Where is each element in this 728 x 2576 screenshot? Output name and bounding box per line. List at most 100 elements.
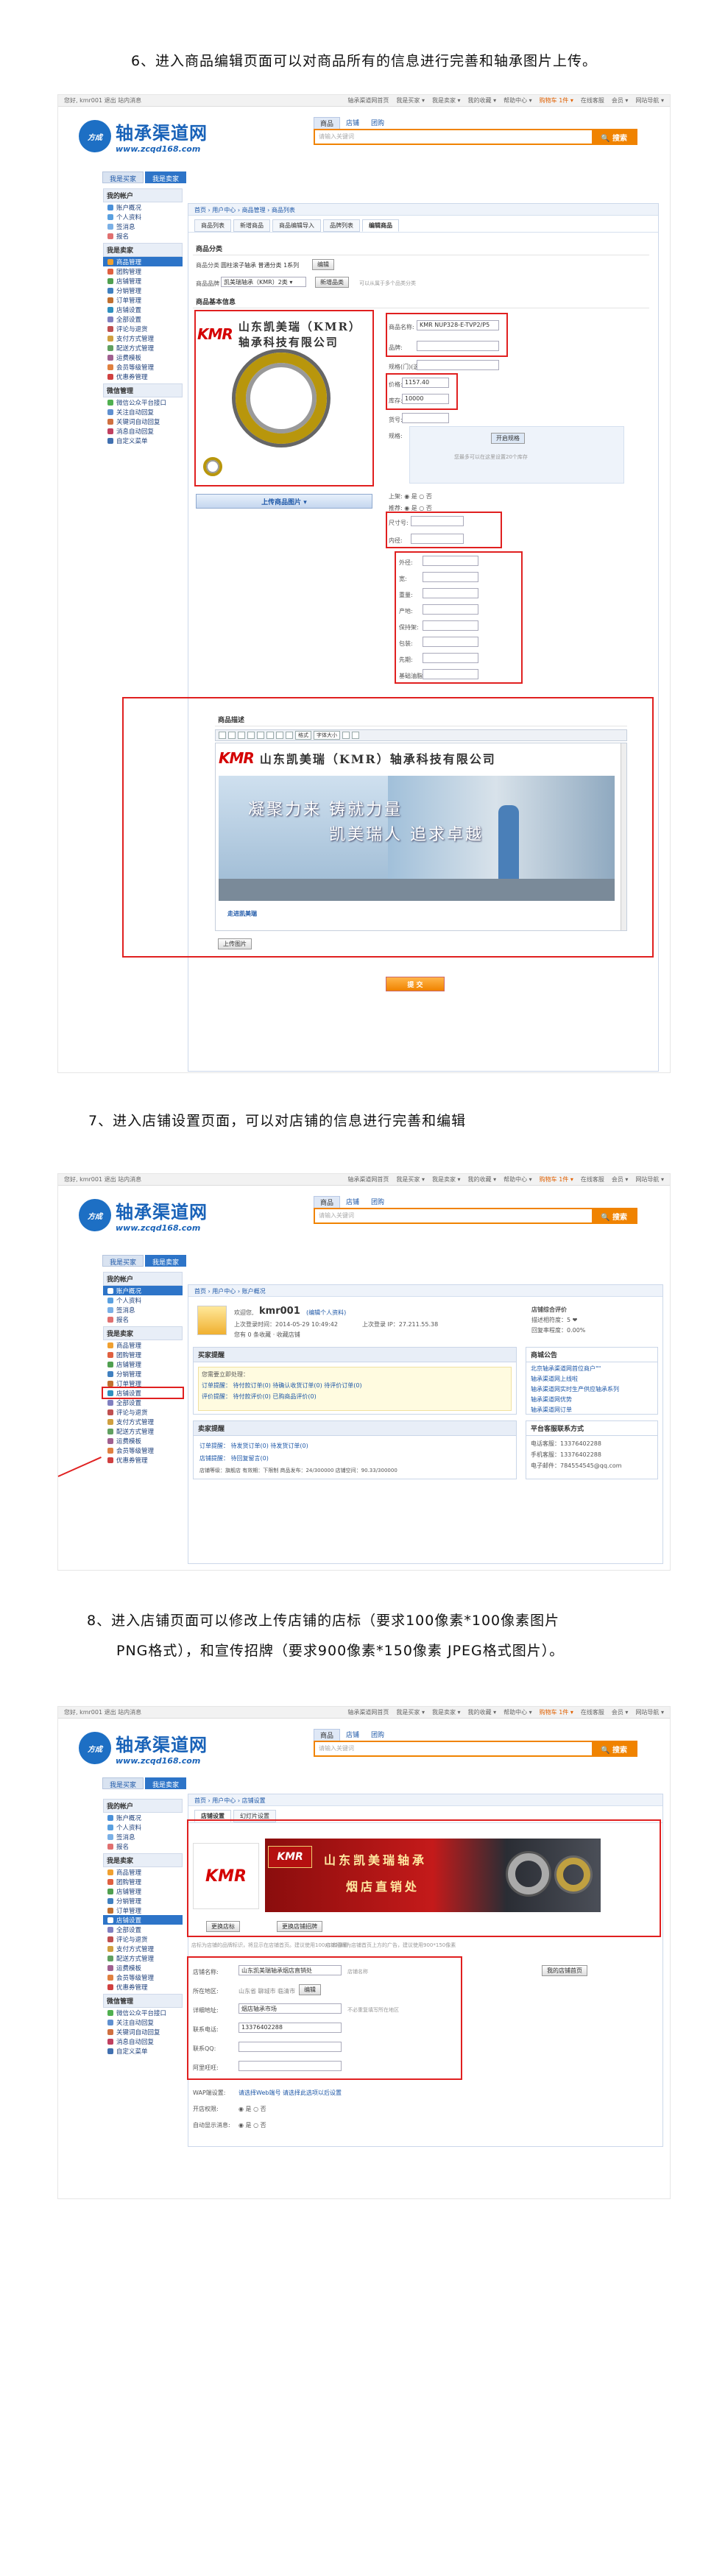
sidebar-item[interactable]: 关注自动回复	[103, 2017, 183, 2027]
search-input[interactable]: 请输入关键词	[315, 130, 592, 144]
top-link-favs[interactable]: 我的收藏 ▾	[468, 1175, 497, 1183]
sidebar-item[interactable]: 微信公众平台接口	[103, 2008, 183, 2017]
search-tab-goods[interactable]: 商品	[314, 1196, 341, 1208]
tab-brand-list[interactable]: 品牌列表	[323, 219, 360, 232]
tab-buyer[interactable]: 我是买家	[102, 1255, 144, 1267]
tab-seller[interactable]: 我是卖家	[145, 171, 187, 183]
top-link-home[interactable]: 轴承渠道网首页	[347, 96, 389, 105]
sidebar-item[interactable]: 支付方式管理	[103, 1417, 183, 1426]
sidebar-item[interactable]: 个人资料	[103, 1822, 183, 1832]
msg-radio[interactable]: ◉ 是 ○ 否	[238, 2121, 266, 2129]
sidebar-item[interactable]: 评论与退货	[103, 1407, 183, 1417]
sidebar-item-shop-settings[interactable]: 店铺设置	[102, 1387, 184, 1399]
status-radio[interactable]: ◉ 是 ○ 否	[238, 2105, 266, 2113]
top-link-buyer[interactable]: 我是买家 ▾	[396, 1708, 425, 1716]
top-link-sitemap[interactable]: 网站导航 ▾	[635, 1708, 664, 1716]
site-logo[interactable]: 方成 轴承渠道网 www.zcqd168.com	[79, 118, 208, 154]
top-link-seller[interactable]: 我是卖家 ▾	[432, 1175, 461, 1183]
search-input[interactable]: 请输入关键词	[315, 1742, 592, 1755]
top-link-sitemap[interactable]: 网站导航 ▾	[635, 1175, 664, 1183]
search-button[interactable]: 🔍 搜索	[592, 130, 636, 144]
sidebar-item-account[interactable]: 账户概况	[103, 1286, 183, 1295]
buyer-review-row[interactable]: 评价提醒： 待付款评价(0) 已购商品评价(0)	[202, 1393, 508, 1401]
seller-order-row[interactable]: 订单提醒： 待发货订单(0) 待发货订单(0)	[199, 1442, 510, 1450]
sidebar-item[interactable]: 运费模板	[103, 1963, 183, 1972]
search-tab-goods[interactable]: 商品	[314, 117, 341, 129]
sidebar-item[interactable]: 账户概况	[103, 202, 183, 212]
top-link-service[interactable]: 在线客服	[581, 1175, 604, 1183]
sidebar-item[interactable]: 关注自动回复	[103, 407, 183, 417]
sidebar-item[interactable]: 优惠券管理	[103, 1982, 183, 1992]
sidebar-item[interactable]: 支付方式管理	[103, 333, 183, 343]
sidebar-item[interactable]: 团购管理	[103, 1877, 183, 1886]
sidebar-item[interactable]: 支付方式管理	[103, 1944, 183, 1953]
shop-avatar[interactable]	[197, 1306, 227, 1335]
wap-value[interactable]: 请选择Web端号 请选择此选项以后设置	[238, 2089, 342, 2097]
top-link-member[interactable]: 会员 ▾	[612, 1708, 629, 1716]
sidebar-item[interactable]: 团购管理	[103, 1350, 183, 1359]
top-link-buyer[interactable]: 我是买家 ▾	[396, 96, 425, 105]
search-tab-goods[interactable]: 商品	[314, 1729, 341, 1741]
sidebar-item[interactable]: 账户概况	[103, 1813, 183, 1822]
sidebar-item[interactable]: 分销管理	[103, 1896, 183, 1906]
sidebar-item-shop-settings[interactable]: 店铺设置	[103, 1915, 183, 1925]
top-link-help[interactable]: 帮助中心 ▾	[503, 1708, 532, 1716]
sidebar-item[interactable]: 会员等级管理	[103, 362, 183, 372]
top-link-seller[interactable]: 我是卖家 ▾	[432, 96, 461, 105]
sidebar-item[interactable]: 评论与退货	[103, 1934, 183, 1944]
sidebar-item[interactable]: 订单管理	[103, 1906, 183, 1915]
top-link-service[interactable]: 在线客服	[581, 96, 604, 105]
sidebar-item[interactable]: 自定义菜单	[103, 2046, 183, 2056]
search-tab-group[interactable]: 团购	[365, 1729, 390, 1741]
sidebar-item[interactable]: 报名	[103, 1314, 183, 1324]
sidebar-item[interactable]: 运费模板	[103, 353, 183, 362]
spec-input[interactable]	[417, 360, 499, 370]
sidebar-item[interactable]: 店铺管理	[103, 1886, 183, 1896]
top-link-home[interactable]: 轴承渠道网首页	[347, 1708, 389, 1716]
search-tab-group[interactable]: 团购	[365, 1196, 390, 1208]
sidebar-item[interactable]: 关键词自动回复	[103, 2027, 183, 2037]
tab-buyer[interactable]: 我是买家	[102, 1777, 144, 1789]
sidebar-item[interactable]: 全部设置	[103, 1398, 183, 1407]
onsale-radio[interactable]: 上架: ◉ 是 ○ 否	[389, 492, 432, 500]
sidebar-item[interactable]: 消息自动回复	[103, 426, 183, 436]
search-button[interactable]: 🔍 搜索	[592, 1209, 636, 1222]
tab-goods-add[interactable]: 新增商品	[233, 219, 270, 232]
top-link-favs[interactable]: 我的收藏 ▾	[468, 96, 497, 105]
sidebar-item[interactable]: 店铺管理	[103, 276, 183, 286]
sidebar-item[interactable]: 评论与退货	[103, 324, 183, 333]
top-link-buyer[interactable]: 我是买家 ▾	[396, 1175, 425, 1183]
sidebar-item[interactable]: 个人资料	[103, 1295, 183, 1305]
sku-input[interactable]	[402, 413, 449, 423]
sidebar-item[interactable]: 消息自动回复	[103, 2037, 183, 2046]
notice-item[interactable]: 北京轴承渠道网首位商户""	[531, 1365, 653, 1373]
sidebar-item[interactable]: 运费模板	[103, 1436, 183, 1446]
tab-buyer[interactable]: 我是买家	[102, 171, 144, 183]
category-edit-button[interactable]: 编辑	[312, 259, 334, 270]
sidebar-item[interactable]: 优惠券管理	[103, 372, 183, 381]
search-tab-shop[interactable]: 店铺	[340, 1196, 365, 1208]
sidebar-item[interactable]: 店铺管理	[103, 1359, 183, 1369]
search-input[interactable]: 请输入关键词	[315, 1209, 592, 1222]
site-logo[interactable]: 方成 轴承渠道网 www.zcqd168.com	[79, 1730, 208, 1766]
brand-select[interactable]: 凯美瑞轴承（KMR）2类 ▾	[221, 277, 306, 287]
submit-button[interactable]: 提 交	[386, 977, 445, 991]
sidebar-item[interactable]: 全部设置	[103, 1925, 183, 1934]
notice-item[interactable]: 轴承渠道网优势	[531, 1395, 653, 1404]
sidebar-item[interactable]: 全部设置	[103, 314, 183, 324]
add-brand-button[interactable]: 新增品类	[315, 277, 349, 288]
sidebar-item[interactable]: 配送方式管理	[103, 1953, 183, 1963]
enable-spec-button[interactable]: 开启规格	[491, 433, 525, 444]
sidebar-item[interactable]: 优惠券管理	[103, 1455, 183, 1465]
search-tab-shop[interactable]: 店铺	[340, 1729, 365, 1741]
sidebar-item[interactable]: 分销管理	[103, 286, 183, 295]
sidebar-item-goods[interactable]: 商品管理	[103, 257, 183, 266]
sidebar-item[interactable]: 订单管理	[103, 1379, 183, 1388]
notice-item[interactable]: 轴承渠道网订单	[531, 1406, 653, 1414]
sidebar-item[interactable]: 分销管理	[103, 1369, 183, 1379]
sidebar-item[interactable]: 自定义菜单	[103, 436, 183, 445]
sidebar-item[interactable]: 报名	[103, 231, 183, 241]
top-link-help[interactable]: 帮助中心 ▾	[503, 1175, 532, 1183]
top-link-help[interactable]: 帮助中心 ▾	[503, 96, 532, 105]
tab-goods-edit[interactable]: 编辑商品	[362, 219, 399, 232]
